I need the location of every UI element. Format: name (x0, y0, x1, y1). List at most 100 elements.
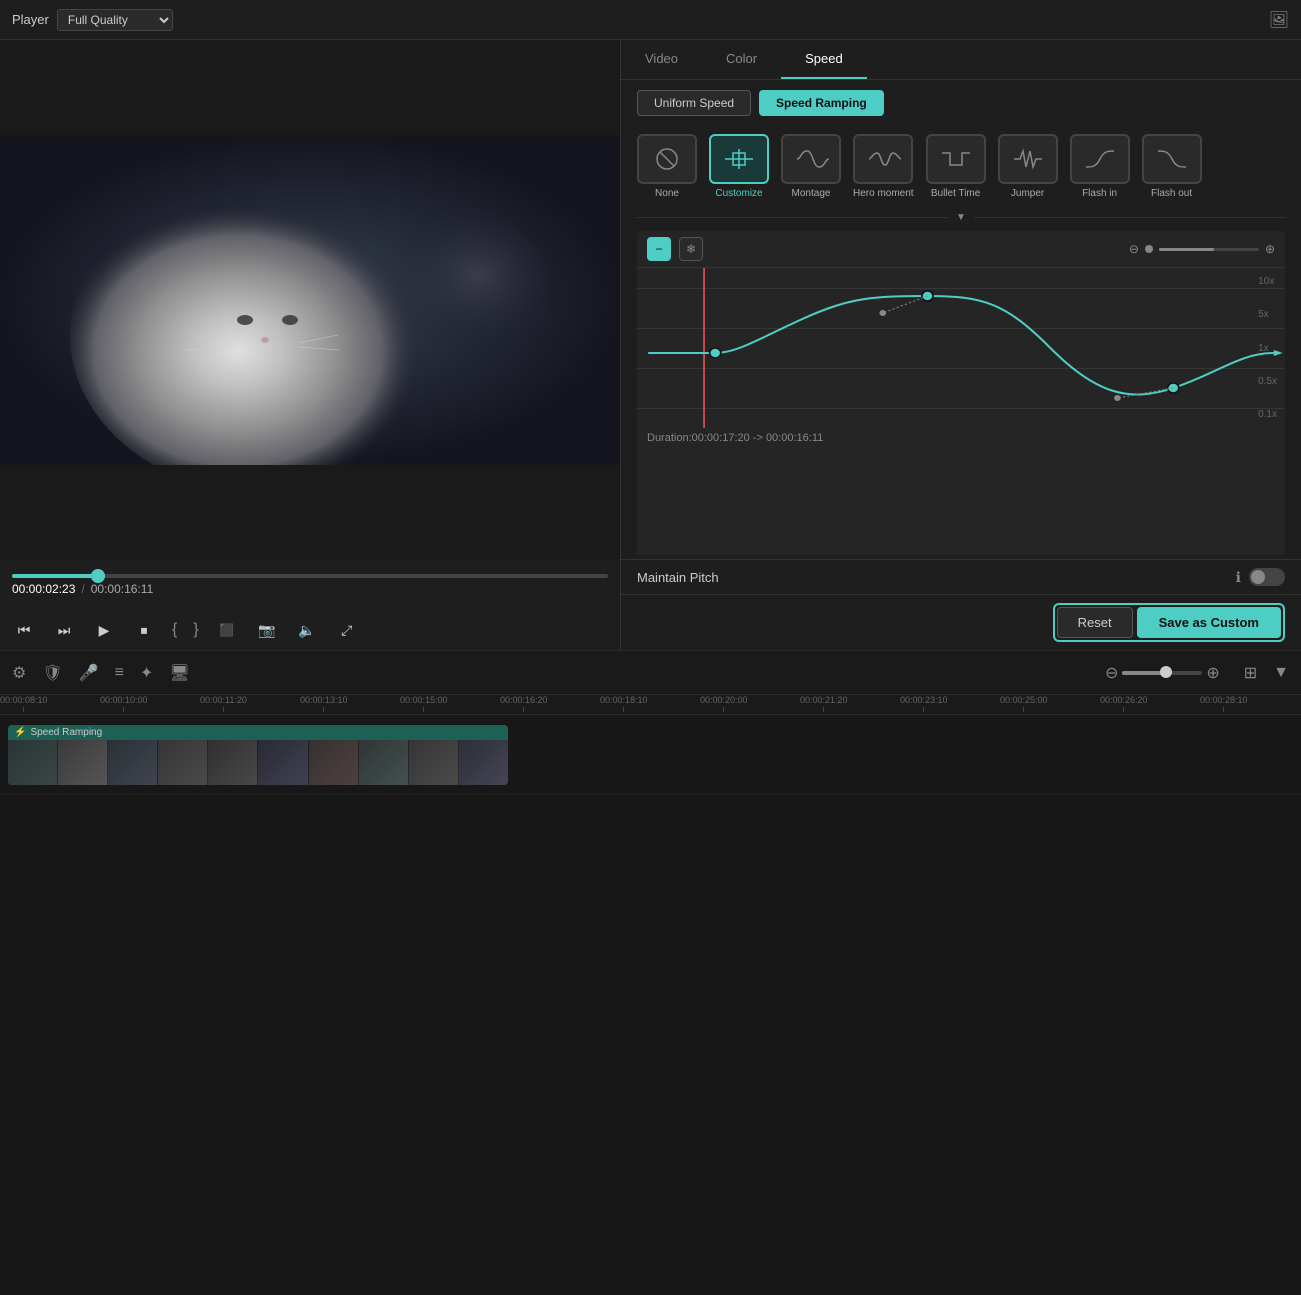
keyframe-start[interactable] (710, 348, 721, 358)
maintain-pitch-toggle[interactable] (1249, 568, 1285, 586)
preset-hero-moment[interactable]: Hero moment (853, 134, 914, 200)
preset-flash-in-icon (1070, 134, 1130, 184)
tab-video[interactable]: Video (621, 40, 702, 79)
preset-montage[interactable]: Montage (781, 134, 841, 200)
monitor-icon[interactable]: 🖥 (169, 663, 189, 683)
video-display (0, 40, 620, 560)
ruler-mark-3: 00:00:13:10 (300, 695, 348, 712)
video-clip[interactable]: ⚡ Speed Ramping (8, 725, 508, 785)
stop-button[interactable]: ⏹ (132, 618, 156, 642)
zoom-out-icon[interactable]: ⊖ (1105, 663, 1118, 683)
zoom-slider[interactable] (1159, 248, 1259, 251)
keyframe-peak[interactable] (922, 291, 933, 301)
effects-icon[interactable]: ✦ (140, 663, 153, 683)
separator-line (637, 217, 948, 218)
skip-back-button[interactable]: ⏮ (12, 618, 36, 642)
cat-svg (0, 135, 620, 465)
zoom-in-icon[interactable]: ⊕ (1206, 663, 1219, 683)
separator-row: ▼ (621, 208, 1301, 227)
clip-thumb-1 (8, 740, 58, 785)
remove-keyframe-button[interactable]: − (647, 237, 671, 261)
zoom-track[interactable] (1122, 671, 1202, 675)
video-panel: 00:00:02:23 / 00:00:16:11 ⏮ ⏭ ▶ ⏹ { } ⬛ … (0, 40, 620, 650)
track-row-main: ⚡ Speed Ramping (0, 715, 1301, 795)
preset-flash-in-label: Flash in (1082, 188, 1117, 200)
dropdown-icon[interactable]: ▼ (1273, 664, 1289, 682)
tab-speed[interactable]: Speed (781, 40, 867, 79)
mic-icon[interactable]: 🎤 (79, 663, 99, 683)
captions-icon[interactable]: ≡ (115, 664, 124, 682)
handle-2[interactable] (1114, 395, 1121, 401)
settings-icon[interactable]: ⚙ (12, 663, 26, 683)
preset-none-label: None (655, 188, 679, 200)
maintain-pitch-label: Maintain Pitch (637, 570, 1228, 585)
preset-none-icon (637, 134, 697, 184)
preset-none[interactable]: None (637, 134, 697, 200)
progress-track[interactable] (12, 574, 608, 578)
maintain-pitch-row: Maintain Pitch ℹ (621, 559, 1301, 594)
subtab-speed-ramping[interactable]: Speed Ramping (759, 90, 884, 116)
quality-select[interactable]: Full Quality Half Quality Quarter Qualit… (57, 9, 173, 31)
clip-thumb-2 (58, 740, 108, 785)
fullscreen-button[interactable]: ⬛ (215, 618, 239, 642)
progress-thumb[interactable] (91, 569, 105, 583)
curve-toolbar: − ❄ ⊖ ⊕ (637, 231, 1285, 268)
preset-flash-in[interactable]: Flash in (1070, 134, 1130, 200)
zoom-control: ⊖ ⊕ (1105, 663, 1220, 683)
preset-jumper-label: Jumper (1011, 188, 1044, 200)
audio-button[interactable]: 🔈 (295, 618, 319, 642)
clip-thumb-4 (158, 740, 208, 785)
shield-icon[interactable]: 🛡 (42, 663, 62, 683)
preset-bullet-icon (926, 134, 986, 184)
time-display: 00:00:02:23 / 00:00:16:11 (12, 582, 608, 596)
preset-jumper[interactable]: Jumper (998, 134, 1058, 200)
ruler-mark-2: 00:00:11:20 (200, 695, 247, 712)
ruler-mark-4: 00:00:15:00 (400, 695, 448, 712)
preset-flash-out-label: Flash out (1151, 188, 1192, 200)
main-area: 00:00:02:23 / 00:00:16:11 ⏮ ⏭ ▶ ⏹ { } ⬛ … (0, 40, 1301, 650)
handle-1[interactable] (879, 310, 886, 316)
step-back-button[interactable]: ⏭ (52, 618, 76, 642)
preset-hero-icon (853, 134, 913, 184)
clip-thumb-9 (409, 740, 459, 785)
dropdown-arrow[interactable]: ▼ (948, 212, 974, 223)
zoom-thumb (1160, 666, 1172, 678)
preset-customize-icon (709, 134, 769, 184)
preset-flash-out[interactable]: Flash out (1142, 134, 1202, 200)
zoom-minus-icon[interactable]: ⊖ (1129, 242, 1139, 256)
clip-icon: ⚡ (14, 727, 26, 738)
time-current: 00:00:02:23 (12, 582, 75, 596)
clip-label: Speed Ramping (30, 727, 102, 738)
speed-curve-area: − ❄ ⊖ ⊕ (637, 231, 1285, 555)
crop-button[interactable]: ⤢ (335, 618, 359, 642)
right-panel: Video Color Speed Uniform Speed Speed Ra… (620, 40, 1301, 650)
grid-view-icon[interactable]: ⊞ (1244, 663, 1257, 683)
ruler-mark-1: 00:00:10:00 (100, 695, 148, 712)
preset-customize[interactable]: Customize (709, 134, 769, 200)
image-icon: 🖼 (1269, 10, 1289, 30)
in-point-button[interactable]: { (172, 621, 177, 639)
curve-canvas[interactable]: 10x 5x 1x 0.5x 0.1x (637, 268, 1285, 428)
pitch-info-icon: ℹ (1236, 569, 1241, 586)
subtab-uniform-speed[interactable]: Uniform Speed (637, 90, 751, 116)
progress-fill (12, 574, 98, 578)
tab-color[interactable]: Color (702, 40, 781, 79)
toggle-thumb (1251, 570, 1265, 584)
action-buttons-group: Reset Save as Custom (1053, 603, 1285, 642)
preset-bullet-time[interactable]: Bullet Time (926, 134, 986, 200)
play-button[interactable]: ▶ (92, 618, 116, 642)
top-bar: Player Full Quality Half Quality Quarter… (0, 0, 1301, 40)
snapshot-button[interactable]: 📷 (255, 618, 279, 642)
reset-button[interactable]: Reset (1057, 607, 1133, 638)
zoom-dot (1145, 245, 1153, 253)
preset-hero-label: Hero moment (853, 188, 914, 200)
out-point-button[interactable]: } (193, 621, 198, 639)
freeze-button[interactable]: ❄ (679, 237, 703, 261)
preset-montage-icon (781, 134, 841, 184)
preset-bullet-label: Bullet Time (931, 188, 980, 200)
zoom-plus-icon[interactable]: ⊕ (1265, 242, 1275, 256)
save-custom-button[interactable]: Save as Custom (1137, 607, 1281, 638)
video-bg (0, 135, 620, 465)
hero-svg (865, 145, 901, 173)
time-sep: / (81, 582, 84, 596)
